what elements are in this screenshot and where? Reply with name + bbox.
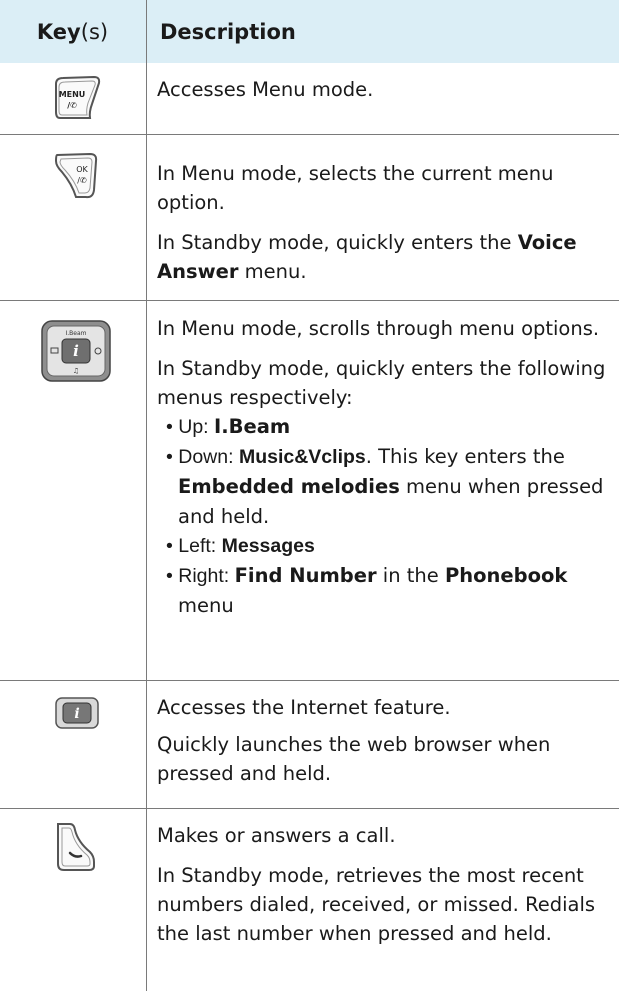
row-divider (0, 134, 619, 135)
list-item: • Left: Messages (166, 535, 315, 557)
list-item: • Down: Music&Vclips. This key enters th… (166, 445, 604, 528)
svg-text:/✆: /✆ (67, 101, 77, 110)
description-text: Quickly launches the web browser when pr… (157, 733, 551, 785)
menu-key-icon: MENU /✆ (55, 75, 101, 119)
row-menu-description: Accesses Menu mode. (157, 75, 612, 104)
description-text: Accesses the Internet feature. (157, 696, 451, 719)
svg-text:MENU: MENU (59, 90, 86, 99)
row-ok-description: In Menu mode, selects the current menu o… (157, 159, 612, 286)
row-call-description: Makes or answers a call. In Standby mode… (157, 821, 612, 948)
svg-text:i: i (74, 706, 79, 722)
svg-text:i: i (73, 342, 79, 360)
description-text: In Standby mode, quickly enters the foll… (157, 357, 606, 409)
list-item: • Up: I.Beam (166, 415, 291, 438)
navigation-list: • Up: I.Beam • Down: Music&Vclips. This … (157, 412, 612, 621)
navigation-key-icon: i I.Beam ♫ (41, 320, 111, 382)
row-divider (0, 808, 619, 809)
row-internet-description: Accesses the Internet feature. Quickly l… (157, 693, 612, 788)
description-text: Makes or answers a call. (157, 824, 396, 847)
row-divider (0, 300, 619, 301)
description-text: Accesses Menu mode. (157, 78, 374, 101)
svg-text:I.Beam: I.Beam (65, 330, 86, 337)
description-text: In Menu mode, scrolls through menu optio… (157, 317, 600, 340)
internet-key-icon: i (55, 697, 99, 729)
row-navigation-description: In Menu mode, scrolls through menu optio… (157, 314, 612, 621)
description-text: In Menu mode, selects the current menu o… (157, 162, 554, 214)
column-divider (146, 0, 147, 991)
svg-text:♫: ♫ (73, 367, 79, 375)
row-divider (0, 680, 619, 681)
call-key-icon (57, 823, 95, 871)
header-description: Description (160, 19, 296, 44)
svg-text:OK: OK (76, 165, 88, 174)
table-header: Key (s) Description (0, 0, 619, 63)
description-text: In Standby mode, quickly enters the Voic… (157, 231, 577, 283)
description-text: In Standby mode, retrieves the most rece… (157, 864, 596, 945)
svg-text:/✆: /✆ (77, 176, 87, 185)
header-key: Key (s) (36, 19, 109, 44)
ok-key-icon: OK /✆ (54, 152, 98, 199)
list-item: • Right: Find Number in the Phonebook me… (166, 564, 568, 617)
